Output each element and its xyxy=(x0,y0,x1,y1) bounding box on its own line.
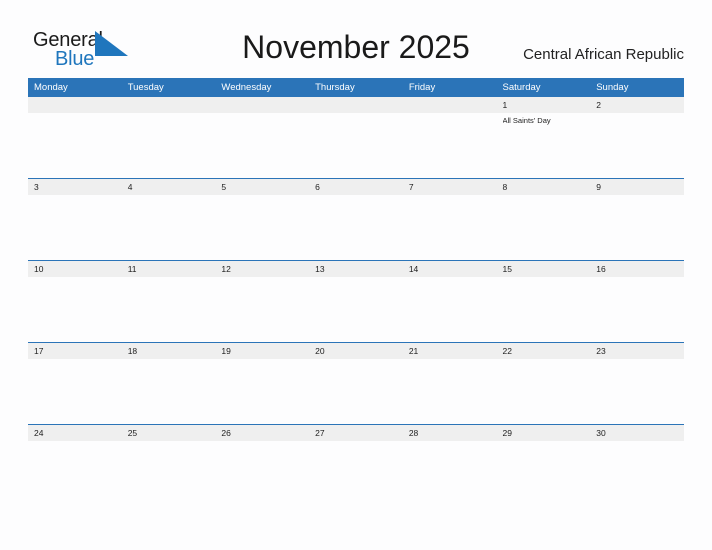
day-number[interactable]: 13 xyxy=(309,261,403,277)
day-cell[interactable] xyxy=(215,359,309,424)
day-number[interactable]: 20 xyxy=(309,343,403,359)
week-date-band: 12 xyxy=(28,97,684,113)
day-cell[interactable] xyxy=(590,277,684,342)
week-event-band: All Saints' Day xyxy=(28,113,684,178)
week-event-band xyxy=(28,441,684,506)
day-number[interactable]: 9 xyxy=(590,179,684,195)
day-number[interactable]: 21 xyxy=(403,343,497,359)
day-cell[interactable] xyxy=(403,441,497,506)
week-date-band: 17 18 19 20 21 22 23 xyxy=(28,342,684,359)
day-number[interactable]: 12 xyxy=(215,261,309,277)
calendar-page: General Blue November 2025 Central Afric… xyxy=(0,0,712,550)
calendar-week-row: 24 25 26 27 28 29 30 xyxy=(28,424,684,506)
day-cell[interactable] xyxy=(590,195,684,260)
day-number[interactable]: 25 xyxy=(122,425,216,441)
day-cell[interactable] xyxy=(122,113,216,178)
weekday-tuesday: Tuesday xyxy=(127,82,164,93)
day-cell[interactable] xyxy=(215,441,309,506)
week-date-band: 10 11 12 13 14 15 16 xyxy=(28,260,684,277)
day-number[interactable]: 24 xyxy=(28,425,122,441)
day-cell[interactable] xyxy=(497,441,591,506)
country-label: Central African Republic xyxy=(523,46,684,63)
calendar-grid: Monday Tuesday Wednesday Thursday Friday… xyxy=(28,78,684,506)
day-cell[interactable] xyxy=(28,113,122,178)
day-number[interactable] xyxy=(215,97,309,113)
day-cell[interactable] xyxy=(28,195,122,260)
week-date-band: 3456789 xyxy=(28,178,684,195)
day-cell[interactable] xyxy=(403,195,497,260)
weekday-monday: Monday xyxy=(34,82,68,93)
day-cell[interactable] xyxy=(215,277,309,342)
day-cell[interactable] xyxy=(28,277,122,342)
day-number[interactable]: 30 xyxy=(590,425,684,441)
calendar-week-row: 1 2 All Saints' Day xyxy=(28,97,684,178)
day-number[interactable]: 27 xyxy=(309,425,403,441)
day-cell[interactable] xyxy=(122,195,216,260)
day-number[interactable]: 14 xyxy=(403,261,497,277)
day-number[interactable]: 1 xyxy=(497,97,591,113)
day-number[interactable]: 17 xyxy=(28,343,122,359)
day-cell[interactable]: All Saints' Day xyxy=(497,113,591,178)
day-cell[interactable] xyxy=(590,113,684,178)
weekday-wednesday: Wednesday xyxy=(221,82,272,93)
day-cell[interactable] xyxy=(403,359,497,424)
calendar-weeks: 1 2 All Saints' Day 3 4 5 6 7 8 9 10 11 12 13 14 15 16 17… xyxy=(28,97,684,506)
day-number[interactable] xyxy=(403,97,497,113)
day-number[interactable]: 16 xyxy=(590,261,684,277)
day-cell[interactable] xyxy=(122,277,216,342)
weekday-header-row: Monday Tuesday Wednesday Thursday Friday… xyxy=(28,78,684,97)
week-event-band xyxy=(28,359,684,424)
day-cell[interactable] xyxy=(215,195,309,260)
day-number[interactable]: 28 xyxy=(403,425,497,441)
day-cell[interactable] xyxy=(122,441,216,506)
calendar-week-row: 10 11 12 13 14 15 16 xyxy=(28,260,684,342)
day-number[interactable]: 22 xyxy=(497,343,591,359)
day-number[interactable]: 4 xyxy=(122,179,216,195)
weekday-saturday: Saturday xyxy=(502,82,541,93)
calendar-week-row: 3456789 xyxy=(28,178,684,260)
day-number[interactable]: 11 xyxy=(122,261,216,277)
day-cell[interactable] xyxy=(309,277,403,342)
week-event-band xyxy=(28,277,684,342)
day-cell[interactable] xyxy=(403,113,497,178)
day-cell[interactable] xyxy=(590,441,684,506)
day-cell[interactable] xyxy=(497,277,591,342)
day-cell[interactable] xyxy=(497,195,591,260)
day-number[interactable] xyxy=(28,97,122,113)
day-number[interactable]: 23 xyxy=(590,343,684,359)
day-cell[interactable] xyxy=(309,113,403,178)
day-cell[interactable] xyxy=(28,359,122,424)
day-cell[interactable] xyxy=(309,441,403,506)
day-number[interactable]: 2 xyxy=(590,97,684,113)
day-cell[interactable] xyxy=(309,195,403,260)
day-cell[interactable] xyxy=(403,277,497,342)
day-number[interactable]: 26 xyxy=(215,425,309,441)
day-number[interactable] xyxy=(309,97,403,113)
holiday-label: All Saints' Day xyxy=(502,116,551,125)
day-number[interactable]: 3 xyxy=(28,179,122,195)
day-cell[interactable] xyxy=(215,113,309,178)
weekday-friday: Friday xyxy=(408,82,436,93)
day-cell[interactable] xyxy=(28,441,122,506)
page-header: General Blue November 2025 Central Afric… xyxy=(0,0,712,78)
day-number[interactable]: 18 xyxy=(122,343,216,359)
day-number[interactable]: 8 xyxy=(497,179,591,195)
day-number[interactable]: 15 xyxy=(497,261,591,277)
day-number[interactable] xyxy=(122,97,216,113)
day-cell[interactable] xyxy=(590,359,684,424)
weekday-thursday: Thursday xyxy=(315,82,355,93)
day-number[interactable]: 10 xyxy=(28,261,122,277)
calendar-week-row: 17 18 19 20 21 22 23 xyxy=(28,342,684,424)
week-event-band xyxy=(28,195,684,260)
week-date-band: 24 25 26 27 28 29 30 xyxy=(28,424,684,441)
day-number[interactable]: 5 xyxy=(215,179,309,195)
day-number[interactable]: 6 xyxy=(309,179,403,195)
day-number[interactable]: 7 xyxy=(403,179,497,195)
day-cell[interactable] xyxy=(497,359,591,424)
day-cell[interactable] xyxy=(122,359,216,424)
day-cell[interactable] xyxy=(309,359,403,424)
weekday-sunday: Sunday xyxy=(596,82,629,93)
day-number[interactable]: 19 xyxy=(215,343,309,359)
day-number[interactable]: 29 xyxy=(497,425,591,441)
